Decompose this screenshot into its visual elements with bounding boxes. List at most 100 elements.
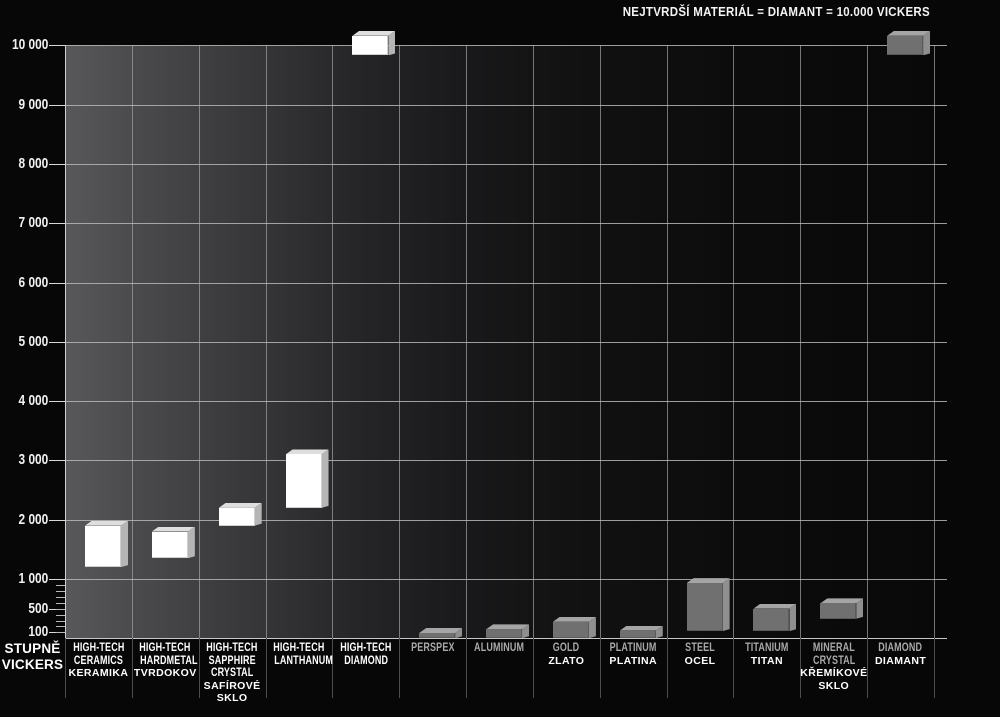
y-tick-label: 4 000 [18,393,48,409]
material-label-high-tech-sapphire-crystal: HIGH-TECHSAPPHIRECRYSTALSAFÍROVÉSKLO [199,642,266,705]
bar-high-tech-hardmetal [152,527,195,559]
material-label-steel: STEELOCEL [667,642,734,667]
material-label-diamond: DIAMONDDIAMANT [867,642,934,667]
y-tick-label: 500 [28,601,48,617]
y-tick-label: 2 000 [18,512,48,528]
material-name-cz: TVRDOKOV [132,667,199,680]
bar-titanium [753,604,796,632]
bar-steel-face-front [687,583,723,631]
material-label-high-tech-lanthanum: HIGH-TECHLANTHANUM [266,642,333,667]
material-name-en: CRYSTAL [199,667,266,680]
bar-high-tech-lanthanum [286,449,329,507]
y-minor-tick [56,615,65,616]
material-name-cz: KŘEMÍKOVÉ [800,667,867,680]
bar-high-tech-ceramics [85,521,128,568]
material-name-en: HIGH-TECH [332,642,399,655]
material-name-en: HIGH-TECH [65,642,132,655]
bar-diamond [887,31,930,56]
material-name-en: CRYSTAL [800,655,867,668]
material-name-cz: SKLO [199,692,266,705]
material-label-mineral-crystal: MINERALCRYSTALKŘEMÍKOVÉSKLO [800,642,867,692]
y-major-tick [49,223,65,224]
horizontal-gridline [65,460,947,461]
y-major-tick [49,283,65,284]
material-label-perspex: PERSPEX [399,642,466,655]
material-name-en: HARDMETAL [132,655,199,668]
bar-steel-face-right [723,578,730,631]
bar-perspex-face-front [419,633,455,638]
label-separator [934,638,935,698]
bar-gold [553,617,596,639]
bar-high-tech-lanthanum-face-front [286,454,322,507]
bar-high-tech-hardmetal-face-front [152,532,188,559]
y-tick-label: 7 000 [18,215,48,231]
material-name-cz: SAFÍROVÉ [199,680,266,693]
y-tick-label: 3 000 [18,452,48,468]
bar-high-tech-sapphire-crystal [219,503,262,526]
y-major-tick [49,579,65,580]
material-name-en: HIGH-TECH [132,642,199,655]
material-name-en: GOLD [533,642,600,655]
y-tick-label: 9 000 [18,97,48,113]
bar-diamond-face-front [887,36,923,56]
bar-high-tech-diamond [352,31,395,56]
y-tick-label: 5 000 [18,334,48,350]
y-major-tick [49,460,65,461]
y-axis-caption: STUPNĚ VICKERS [0,641,65,672]
y-major-tick [49,105,65,106]
material-name-en: PLATINUM [600,642,667,655]
material-name-en: STEEL [667,642,734,655]
bar-mineral-crystal-face-front [820,603,856,618]
material-name-en: MINERAL [800,642,867,655]
horizontal-gridline [65,342,947,343]
y-minor-tick [56,591,65,592]
chart-title: NEJTVRDŠÍ MATERIÁL = DIAMANT = 10.000 VI… [623,4,930,20]
y-minor-tick [56,609,65,610]
bar-aluminum [486,624,529,638]
y-tick-label: 6 000 [18,275,48,291]
material-label-aluminum: ALUMINUM [466,642,533,655]
x-baseline [65,638,947,639]
material-name-cz: PLATINA [600,655,667,668]
y-tick-label: 10 000 [12,37,48,53]
material-name-cz: OCEL [667,655,734,668]
horizontal-gridline [65,45,947,46]
y-axis-caption-line2: VICKERS [2,657,63,672]
bar-platinum [620,626,663,639]
bar-high-tech-diamond-face-front [352,36,388,56]
bar-steel [687,578,730,631]
material-name-cz: SKLO [800,680,867,693]
y-tick-label: 100 [28,624,48,640]
material-name-cz: KERAMIKA [65,667,132,680]
horizontal-gridline [65,223,947,224]
horizontal-gridline [65,283,947,284]
bar-high-tech-ceramics-face-front [85,526,121,568]
material-name-cz: TITAN [733,655,800,668]
bar-high-tech-hardmetal-face-right [188,527,195,559]
bar-platinum-face-front [620,631,656,639]
bar-mineral-crystal [820,598,863,618]
y-minor-tick [56,603,65,604]
material-name-en: CERAMICS [65,655,132,668]
material-name-en: PERSPEX [399,642,466,655]
y-minor-tick [56,585,65,586]
y-major-tick [49,164,65,165]
y-major-tick [49,401,65,402]
material-label-gold: GOLDZLATO [533,642,600,667]
material-name-en: TITANIUM [733,642,800,655]
material-label-titanium: TITANIUMTITAN [733,642,800,667]
material-label-high-tech-hardmetal: HIGH-TECHHARDMETALTVRDOKOV [132,642,199,680]
material-name-en: HIGH-TECH [266,642,333,655]
material-name-cz: DIAMANT [867,655,934,668]
horizontal-gridline [65,164,947,165]
material-name-en: HIGH-TECH [199,642,266,655]
y-major-tick [49,45,65,46]
y-axis-line [65,45,66,638]
y-tick-label: 8 000 [18,156,48,172]
bar-gold-face-front [553,622,589,639]
y-tick-label: 1 000 [18,571,48,587]
y-minor-tick [56,626,65,627]
horizontal-gridline [65,579,947,580]
y-major-tick [49,520,65,521]
bar-high-tech-sapphire-crystal-face-front [219,508,255,526]
